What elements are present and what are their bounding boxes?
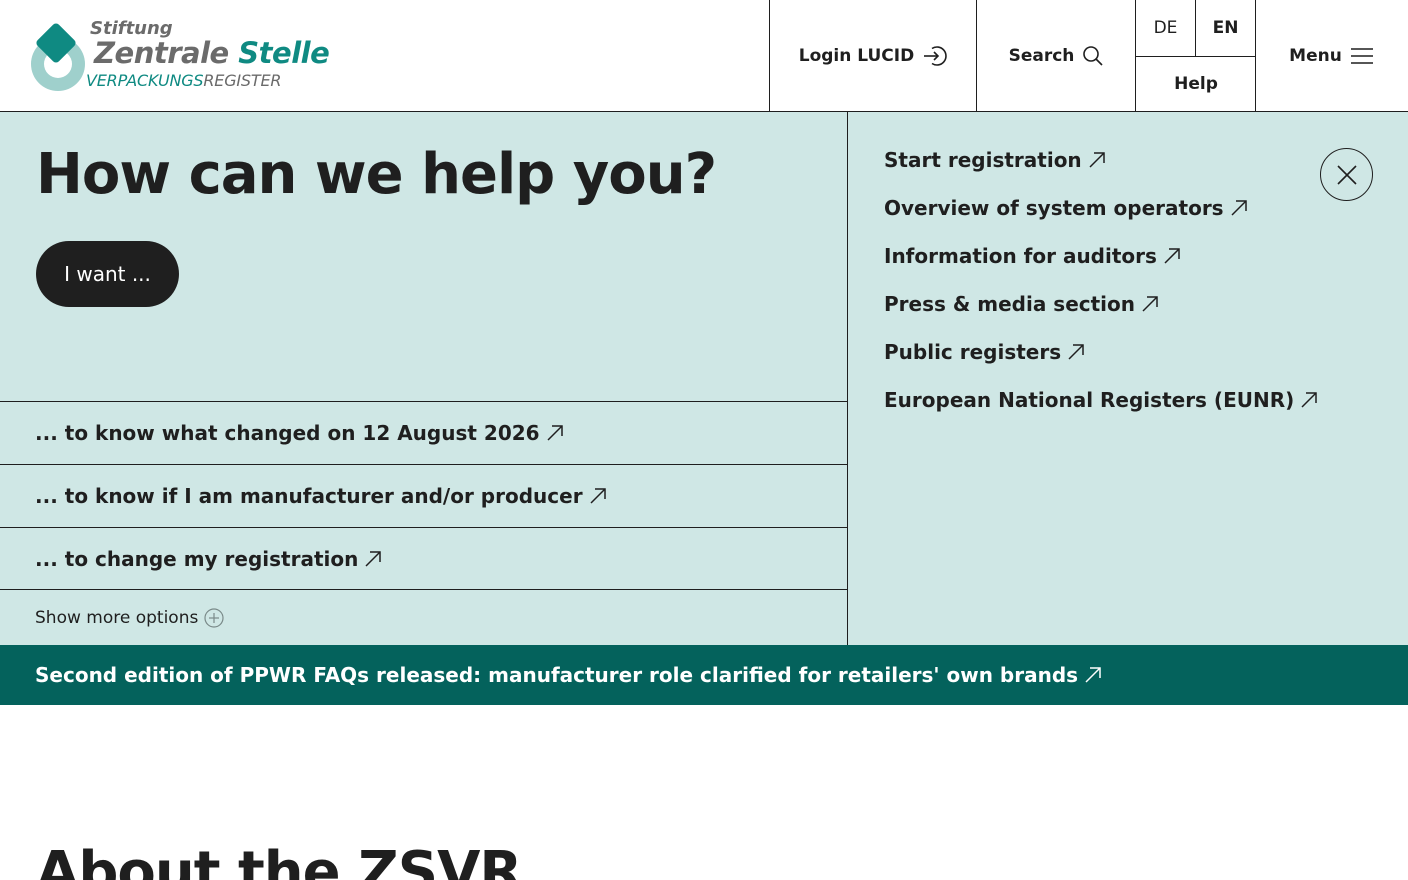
arrow-up-right-icon: [1300, 391, 1318, 409]
quick-link-system-operators[interactable]: Overview of system operators: [884, 196, 1248, 220]
option-label: ... to know if I am manufacturer and/or …: [35, 484, 583, 508]
help-left-column: How can we help you? I want ... ... to k…: [0, 112, 848, 645]
login-label: Login LUCID: [798, 45, 915, 66]
search-button[interactable]: Search: [976, 0, 1136, 111]
news-banner-link[interactable]: Second edition of PPWR FAQs released: ma…: [0, 645, 1408, 705]
option-link-manufacturer[interactable]: ... to know if I am manufacturer and/or …: [0, 464, 847, 527]
news-text: Second edition of PPWR FAQs released: ma…: [35, 663, 1079, 687]
quick-link-label: European National Registers (EUNR): [884, 388, 1295, 412]
login-arrow-icon: [922, 45, 948, 67]
quick-link-label: Public registers: [884, 340, 1062, 364]
arrow-up-right-icon: [1088, 151, 1106, 169]
option-label: ... to know what changed on 12 August 20…: [35, 421, 540, 445]
about-heading: About the ZSVR: [36, 840, 523, 880]
arrow-up-right-icon: [1141, 295, 1159, 313]
logo-main-part2: Stelle: [238, 36, 330, 70]
arrow-up-right-icon: [589, 487, 607, 505]
logo-sub-part2: REGISTER: [203, 71, 282, 90]
site-logo[interactable]: Stiftung Zentrale Stelle VERPACKUNGSREGI…: [28, 16, 330, 96]
arrow-up-right-icon: [546, 424, 564, 442]
quick-link-label: Start registration: [884, 148, 1082, 172]
lang-de-button[interactable]: DE: [1136, 0, 1196, 57]
logo-mark-icon: [28, 20, 88, 92]
show-more-options-button[interactable]: Show more options: [0, 589, 847, 645]
help-title: How can we help you?: [36, 142, 717, 207]
quick-link-auditors[interactable]: Information for auditors: [884, 244, 1181, 268]
search-label: Search: [1008, 45, 1075, 66]
i-want-button[interactable]: I want ...: [36, 241, 179, 307]
menu-button[interactable]: Menu: [1255, 0, 1408, 111]
quick-link-label: Information for auditors: [884, 244, 1157, 268]
close-icon: [1336, 164, 1358, 186]
quick-link-label: Overview of system operators: [884, 196, 1224, 220]
arrow-up-right-icon: [1084, 666, 1102, 684]
option-label: ... to change my registration: [35, 547, 359, 571]
search-icon: [1082, 45, 1104, 67]
option-link-change-registration[interactable]: ... to change my registration: [0, 527, 847, 590]
quick-link-press[interactable]: Press & media section: [884, 292, 1159, 316]
hamburger-icon: [1350, 47, 1374, 65]
quick-link-eunr[interactable]: European National Registers (EUNR): [884, 388, 1318, 412]
quick-link-start-registration[interactable]: Start registration: [884, 148, 1106, 172]
help-panel: How can we help you? I want ... ... to k…: [0, 112, 1408, 645]
arrow-up-right-icon: [364, 550, 382, 568]
menu-label: Menu: [1289, 45, 1342, 66]
arrow-up-right-icon: [1163, 247, 1181, 265]
quick-link-public-registers[interactable]: Public registers: [884, 340, 1085, 364]
arrow-up-right-icon: [1067, 343, 1085, 361]
logo-sub-part1: VERPACKUNGS: [86, 71, 204, 90]
quick-link-label: Press & media section: [884, 292, 1136, 316]
logo-sub-text: VERPACKUNGSREGISTER: [86, 71, 281, 90]
arrow-up-right-icon: [1230, 199, 1248, 217]
show-more-label: Show more options: [35, 607, 199, 628]
close-help-button[interactable]: [1320, 148, 1373, 201]
logo-main-part1: Zentrale: [94, 36, 229, 70]
logo-main-text: Zentrale Stelle: [94, 36, 330, 70]
login-lucid-button[interactable]: Login LUCID: [769, 0, 977, 111]
lang-en-button[interactable]: EN: [1195, 0, 1256, 57]
language-help-group: DE EN Help: [1135, 0, 1256, 111]
help-button[interactable]: Help: [1136, 57, 1256, 111]
site-header: Stiftung Zentrale Stelle VERPACKUNGSREGI…: [0, 0, 1408, 112]
option-link-changes[interactable]: ... to know what changed on 12 August 20…: [0, 401, 847, 464]
plus-circle-icon: [204, 607, 224, 628]
